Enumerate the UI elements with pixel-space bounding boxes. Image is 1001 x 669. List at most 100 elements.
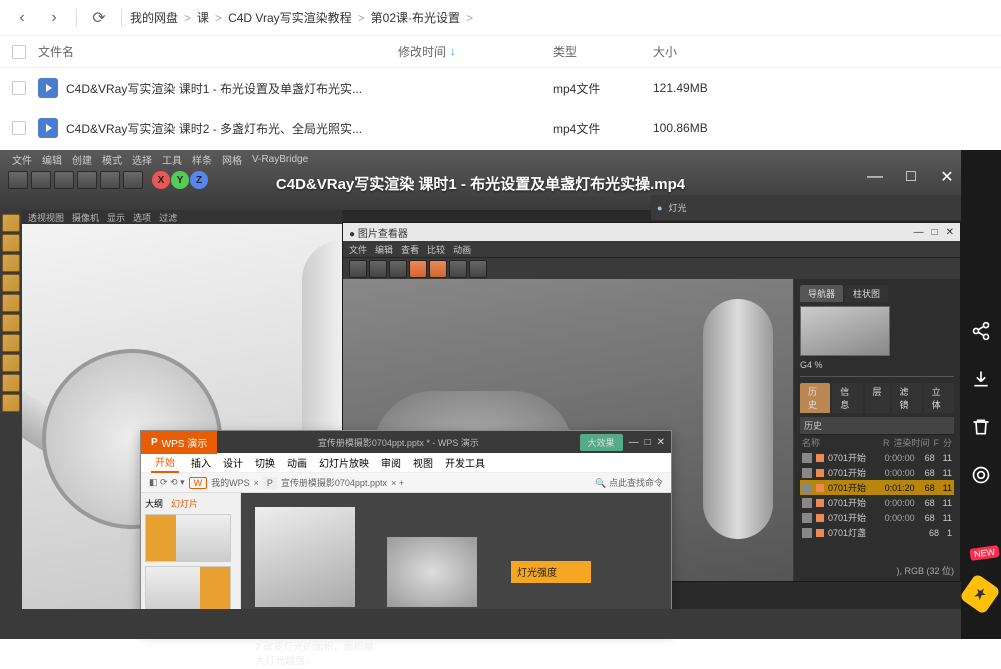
- history-row[interactable]: 0701开始0:00:006811: [800, 465, 954, 480]
- c4d-menu-item[interactable]: 样条: [192, 152, 212, 167]
- c4d-menu-item[interactable]: 编辑: [42, 152, 62, 167]
- wps-close-icon[interactable]: ✕: [657, 437, 665, 448]
- wps-tab[interactable]: 插入: [191, 455, 211, 470]
- wps-tab[interactable]: 开始: [151, 452, 179, 473]
- c4d-tool-icon[interactable]: [2, 234, 20, 252]
- c4d-tool-button[interactable]: [100, 171, 120, 189]
- c4d-tool-icon[interactable]: [2, 254, 20, 272]
- c4d-menu-item[interactable]: 文件: [12, 152, 32, 167]
- render-menu-item[interactable]: 动画: [453, 243, 471, 256]
- axis-z-icon[interactable]: Z: [190, 171, 208, 189]
- wps-tab[interactable]: 开发工具: [445, 455, 485, 470]
- column-size[interactable]: 大小: [653, 43, 773, 60]
- wps-tab[interactable]: 审阅: [381, 455, 401, 470]
- c4d-tool-icon[interactable]: [2, 294, 20, 312]
- close-icon[interactable]: ✕: [938, 168, 956, 186]
- c4d-tool-icon[interactable]: [2, 354, 20, 372]
- wps-toolbar-path[interactable]: 宣传册模摄影0704ppt.pptx: [281, 476, 387, 489]
- c4d-tool-icon[interactable]: [2, 214, 20, 232]
- c4d-tool-button[interactable]: [8, 171, 28, 189]
- download-icon[interactable]: [970, 368, 992, 390]
- c4d-tool-icon[interactable]: [2, 274, 20, 292]
- render-tab[interactable]: 滤镜: [892, 383, 922, 413]
- history-row[interactable]: 0701开始0:00:006811: [800, 510, 954, 525]
- render-tool-icon[interactable]: [409, 260, 427, 278]
- history-row[interactable]: 0701开始0:00:006811: [800, 450, 954, 465]
- c4d-tool-icon[interactable]: [2, 314, 20, 332]
- render-menu-item[interactable]: 编辑: [375, 243, 393, 256]
- row-checkbox[interactable]: [12, 121, 26, 135]
- select-all-checkbox[interactable]: [12, 45, 26, 59]
- render-thumbnail[interactable]: [800, 306, 890, 356]
- render-tab[interactable]: 立体: [924, 383, 954, 413]
- wps-brand-tab[interactable]: PWPS 演示: [141, 431, 217, 454]
- column-date[interactable]: 修改时间↓: [398, 43, 553, 60]
- close-icon[interactable]: ✕: [946, 227, 954, 238]
- render-tool-icon[interactable]: [469, 260, 487, 278]
- slide-thumbnail[interactable]: [145, 566, 231, 614]
- column-name[interactable]: 文件名: [38, 43, 398, 60]
- back-button[interactable]: ‹: [8, 4, 36, 32]
- wps-tab[interactable]: 视图: [413, 455, 433, 470]
- file-row[interactable]: C4D&VRay写实渲染 课时1 - 布光设置及单盏灯布光实... mp4文件 …: [0, 68, 1001, 108]
- wps-side-tab[interactable]: 大纲: [145, 497, 163, 510]
- render-menu-item[interactable]: 文件: [349, 243, 367, 256]
- maximize-icon[interactable]: □: [902, 168, 920, 186]
- c4d-tool-icon[interactable]: [2, 374, 20, 392]
- render-tab[interactable]: 柱状图: [845, 285, 888, 302]
- row-checkbox[interactable]: [12, 81, 26, 95]
- wps-tab[interactable]: 切换: [255, 455, 275, 470]
- render-tool-icon[interactable]: [369, 260, 387, 278]
- wps-tab[interactable]: 设计: [223, 455, 243, 470]
- breadcrumb-item[interactable]: 课: [197, 9, 209, 26]
- wps-maximize-icon[interactable]: □: [645, 437, 651, 448]
- history-row[interactable]: 0701开始0:01:206811: [800, 480, 954, 495]
- file-row[interactable]: C4D&VRay写实渲染 课时2 - 多盏灯布光、全局光照实... mp4文件 …: [0, 108, 1001, 148]
- history-row[interactable]: 0701开始0:00:006811: [800, 495, 954, 510]
- breadcrumb-item[interactable]: 我的网盘: [130, 9, 178, 26]
- c4d-menu-item[interactable]: 模式: [102, 152, 122, 167]
- axis-y-icon[interactable]: Y: [171, 171, 189, 189]
- refresh-button[interactable]: ⟳: [85, 4, 113, 32]
- delete-icon[interactable]: [970, 416, 992, 438]
- c4d-tool-icon[interactable]: [2, 334, 20, 352]
- wps-effect-button[interactable]: 大效果: [580, 434, 623, 451]
- c4d-tool-button[interactable]: [54, 171, 74, 189]
- c4d-tool-button[interactable]: [123, 171, 143, 189]
- render-tab[interactable]: 信息: [832, 383, 862, 413]
- c4d-menu-item[interactable]: 选择: [132, 152, 152, 167]
- c4d-menu-item[interactable]: 创建: [72, 152, 92, 167]
- render-tab[interactable]: 导航器: [800, 285, 843, 302]
- wps-tab[interactable]: 动画: [287, 455, 307, 470]
- slide-thumbnail[interactable]: [145, 514, 231, 562]
- minimize-icon[interactable]: —: [866, 168, 884, 186]
- render-tool-icon[interactable]: [349, 260, 367, 278]
- c4d-menu-item[interactable]: V-RayBridge: [252, 154, 308, 165]
- wps-toolbar-label[interactable]: 我的WPS: [211, 476, 250, 489]
- forward-button[interactable]: ›: [40, 4, 68, 32]
- wps-minimize-icon[interactable]: —: [629, 437, 639, 448]
- column-type[interactable]: 类型: [553, 43, 653, 60]
- wps-tab[interactable]: 幻灯片放映: [319, 455, 369, 470]
- minimize-icon[interactable]: —: [914, 227, 924, 238]
- axis-x-icon[interactable]: X: [152, 171, 170, 189]
- breadcrumb-item[interactable]: C4D Vray写实渲染教程: [228, 9, 352, 26]
- render-tab[interactable]: 历史: [800, 383, 830, 413]
- breadcrumb-item[interactable]: 第02课·布光设置: [371, 9, 460, 26]
- c4d-menu-item[interactable]: 工具: [162, 152, 182, 167]
- render-menu-item[interactable]: 比较: [427, 243, 445, 256]
- c4d-tool-icon[interactable]: [2, 394, 20, 412]
- render-tab[interactable]: 层: [865, 383, 890, 413]
- maximize-icon[interactable]: □: [932, 227, 938, 238]
- render-tool-icon[interactable]: [449, 260, 467, 278]
- c4d-menu-item[interactable]: 网格: [222, 152, 242, 167]
- wps-side-tab[interactable]: 幻灯片: [171, 497, 198, 510]
- render-menu-item[interactable]: 查看: [401, 243, 419, 256]
- c4d-tool-button[interactable]: [77, 171, 97, 189]
- share-icon[interactable]: [970, 320, 992, 342]
- c4d-tool-button[interactable]: [31, 171, 51, 189]
- history-row[interactable]: 0701灯盏681: [800, 525, 954, 540]
- c4d-timeline[interactable]: [0, 609, 961, 639]
- more-icon[interactable]: [970, 464, 992, 486]
- render-tool-icon[interactable]: [429, 260, 447, 278]
